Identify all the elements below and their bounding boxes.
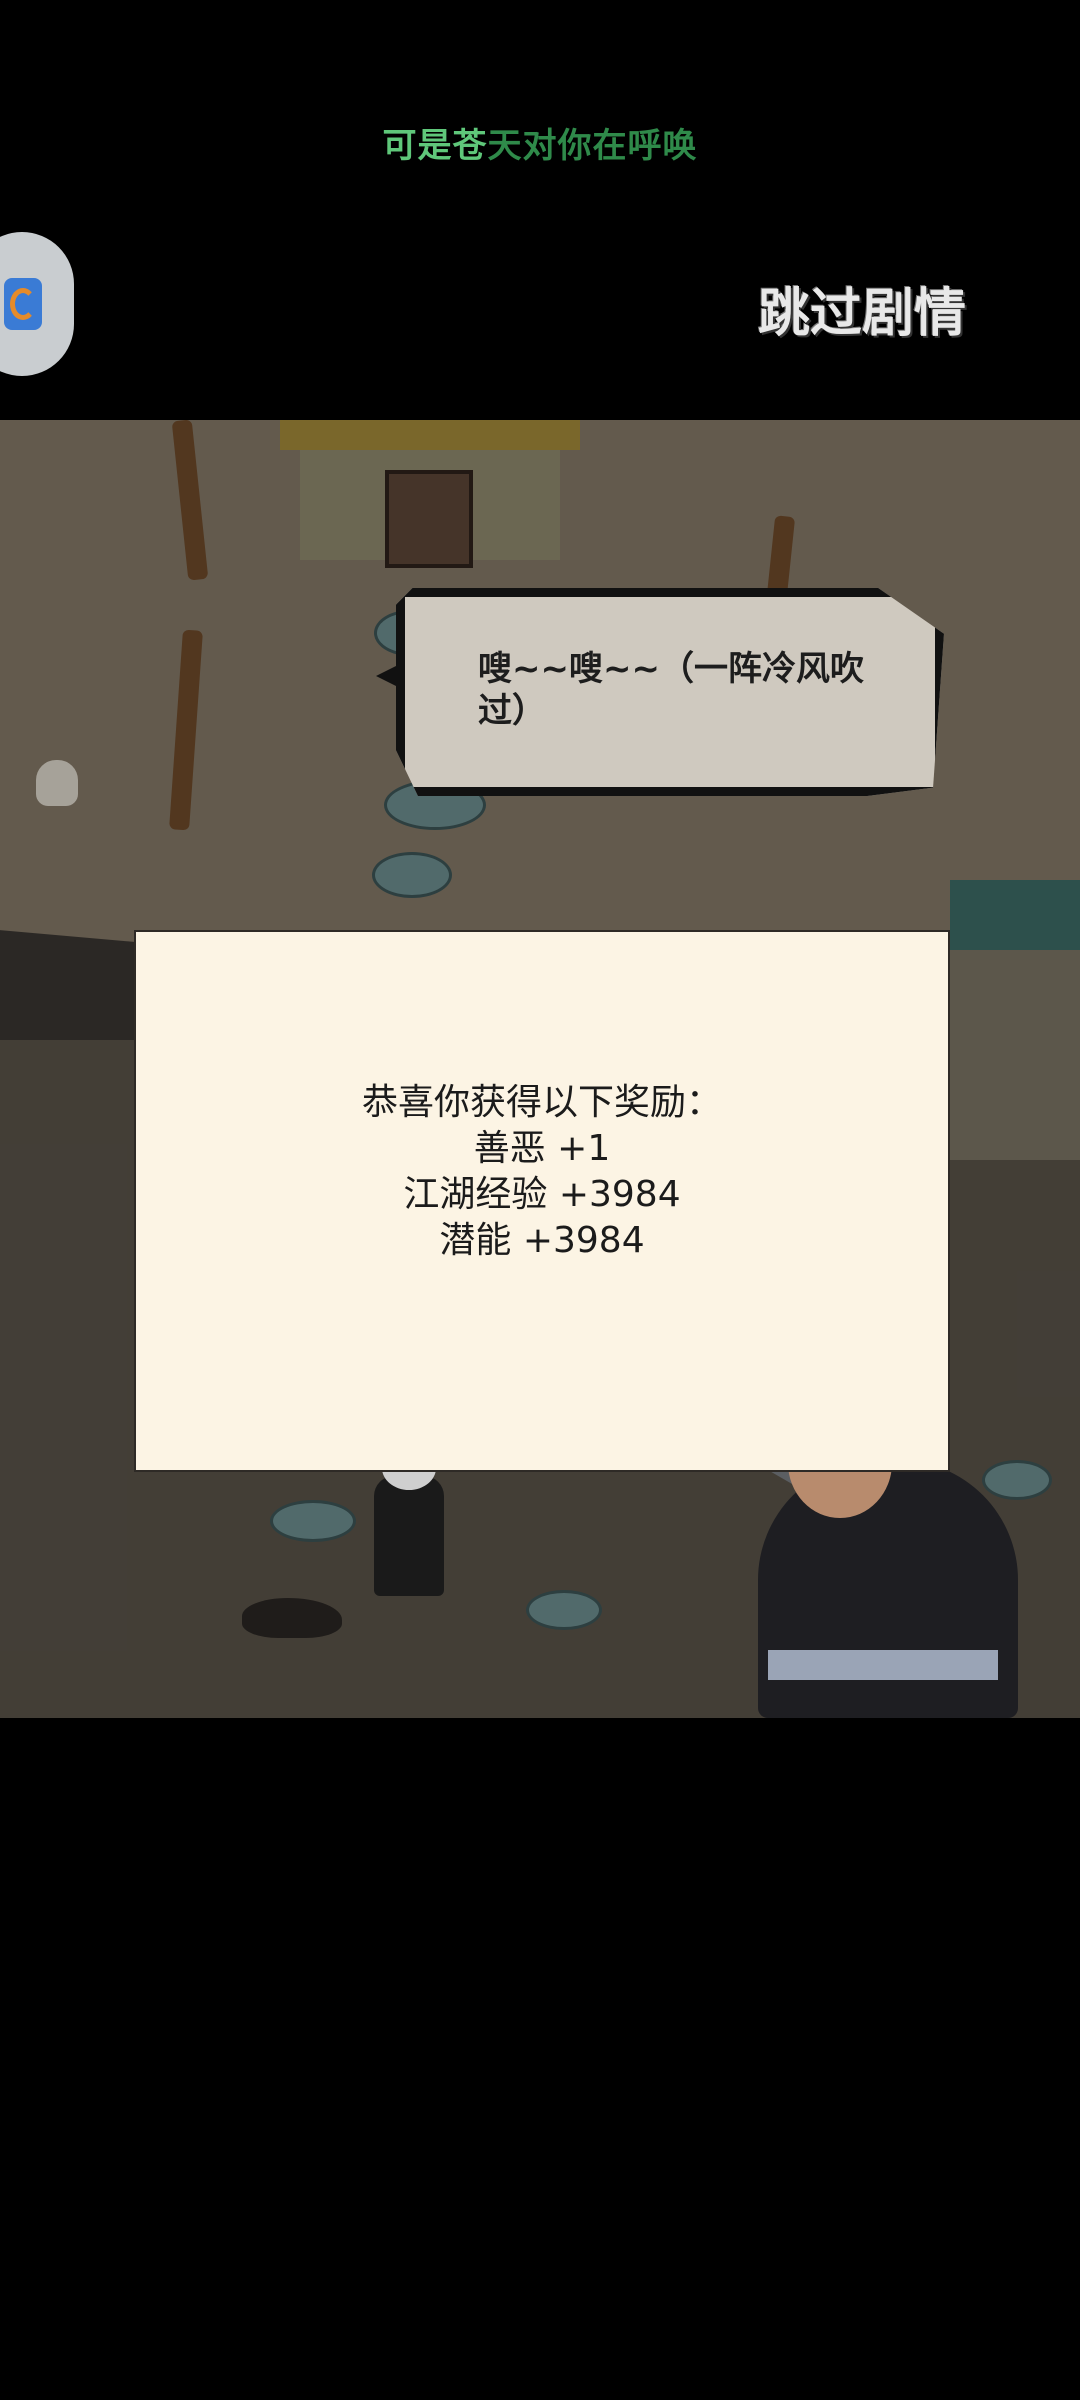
lyric-highlighted: 可是苍 xyxy=(382,126,488,166)
reward-item: 江湖经验 +3984 xyxy=(403,1174,681,1215)
lyric-rest: 天对你在呼唤 xyxy=(487,126,698,166)
speech-bubble-text: 嗖~~嗖~~（一阵冷风吹过） xyxy=(478,649,864,731)
reward-lines: 恭喜你获得以下奖励： 善恶 +1 江湖经验 +3984 潜能 +3984 xyxy=(136,1080,948,1264)
skip-story-button[interactable]: 跳过剧情 xyxy=(742,278,982,350)
rat xyxy=(242,1598,342,1638)
assistant-logo-icon xyxy=(4,278,42,330)
lyric-subtitle: 可是苍天对你在呼唤 xyxy=(0,118,1080,167)
reward-dialog[interactable]: 恭喜你获得以下奖励： 善恶 +1 江湖经验 +3984 潜能 +3984 xyxy=(134,930,950,1472)
reward-item: 善恶 +1 xyxy=(473,1128,611,1169)
npc-swordsman[interactable] xyxy=(758,1408,1018,1718)
reward-item: 潜能 +3984 xyxy=(439,1220,645,1261)
floating-assistant-ball[interactable] xyxy=(0,232,74,376)
reward-title: 恭喜你获得以下奖励： xyxy=(361,1082,722,1123)
player-character[interactable] xyxy=(374,1446,444,1596)
